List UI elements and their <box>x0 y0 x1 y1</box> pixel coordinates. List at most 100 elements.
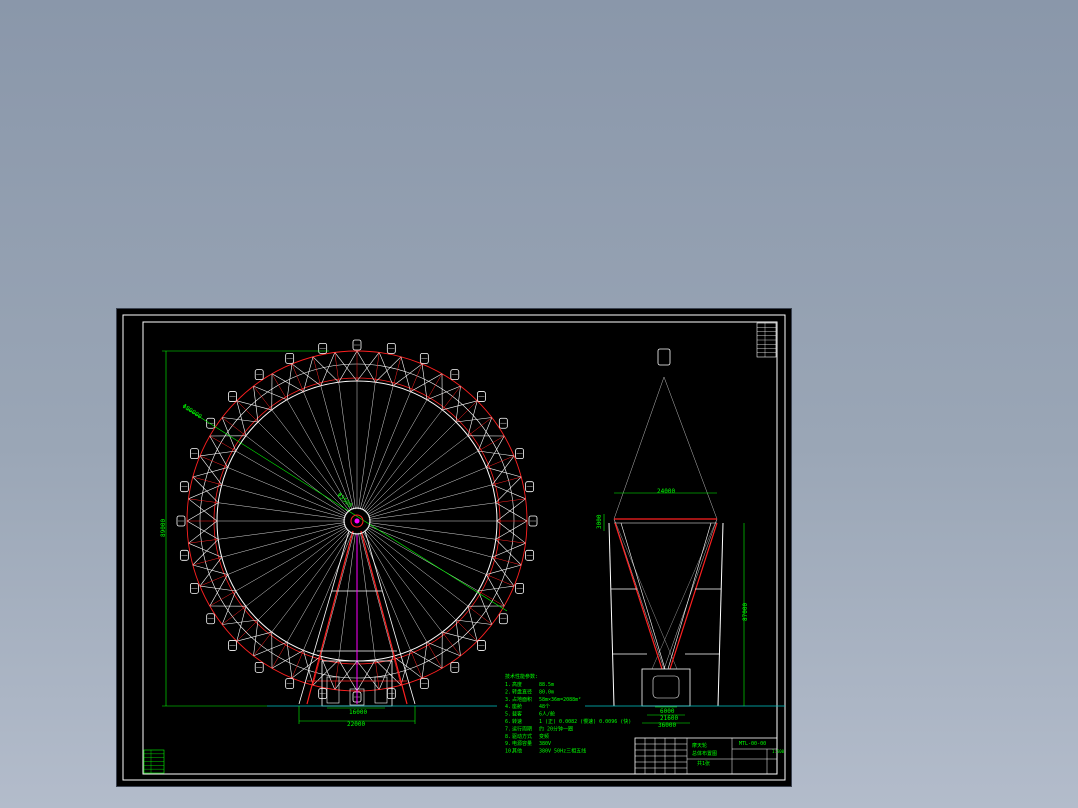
side-leg-right <box>669 522 718 670</box>
note-value: 6人/舱 <box>539 711 555 718</box>
truss-radial <box>392 356 402 386</box>
note-label: 载客 <box>512 711 522 718</box>
dim-width-outer: 22000 <box>347 721 365 728</box>
tb-sheet: 共1张 <box>697 760 710 767</box>
spoke-line <box>218 522 346 540</box>
dim-height: 89000 <box>160 519 167 537</box>
spoke-line <box>235 526 347 592</box>
note-label: 转盘直径 <box>512 688 532 695</box>
drawing-sheet: 16000 22000 89000 Φ80000 Φ3500 24000 300… <box>117 309 791 786</box>
note-number: 7. <box>505 726 511 732</box>
spoke-line <box>218 502 346 520</box>
front-view <box>162 339 538 724</box>
note-number: 1. <box>505 682 511 688</box>
truss-diagonal <box>486 574 505 607</box>
note-number: 3. <box>505 697 511 703</box>
truss-radial <box>426 642 443 669</box>
spoke-line <box>221 523 346 558</box>
dim-diameter: Φ80000 <box>181 403 203 421</box>
cable <box>651 518 718 670</box>
truss-diagonal <box>410 650 443 669</box>
spoke-line <box>362 399 428 511</box>
tower-leg-left-outer <box>298 530 350 705</box>
spoke-line <box>366 435 469 514</box>
spoke-line <box>364 409 443 512</box>
dim-tower-height: 87000 <box>742 603 749 621</box>
truss-diagonal <box>209 435 228 468</box>
truss-radial <box>209 435 236 452</box>
note-value: 1 (正) 0.0082 (慢速) 0.0096 (快) <box>539 718 631 725</box>
spoke-line <box>271 530 350 633</box>
dim-base-outer: 36000 <box>658 722 676 729</box>
spoke-line <box>368 502 496 520</box>
truss-radial <box>192 476 222 486</box>
spoke-line <box>286 531 352 643</box>
cad-drawing: 16000 22000 89000 Φ80000 Φ3500 24000 300… <box>122 314 786 781</box>
note-label: 电源容量 <box>512 740 532 747</box>
truss-radial <box>478 435 505 452</box>
tb-project: 摩天轮 <box>692 742 707 749</box>
spoke-line <box>368 523 493 558</box>
tower-leg-right-outer <box>364 530 416 705</box>
notes-list: 1. 高度 88.5m 2. 转盘直径 80.0m 3. 占地面积 58m×36m=2088m²… <box>505 681 631 755</box>
spoke-line <box>367 526 479 592</box>
note-value: 380V <box>539 741 551 747</box>
note-label: 占地面积 <box>512 696 532 703</box>
dim-top-width: 24000 <box>657 488 675 495</box>
front-tower <box>267 530 497 707</box>
side-station <box>641 668 691 707</box>
truss-diagonal <box>209 574 228 607</box>
truss-radial <box>426 373 443 400</box>
cable <box>613 376 665 520</box>
spoke-line <box>320 385 355 510</box>
spoke-line <box>338 382 356 510</box>
dim-axle-height: 3000 <box>596 514 603 529</box>
spoke-line <box>362 531 428 643</box>
note-number: 2. <box>505 689 511 695</box>
outer-frame <box>122 314 786 781</box>
spoke-line <box>320 532 355 657</box>
cad-viewport[interactable]: 16000 22000 89000 Φ80000 Φ3500 24000 300… <box>0 0 1078 808</box>
truss-radial <box>492 476 522 486</box>
truss-diagonal <box>271 373 304 392</box>
side-top-cabin <box>657 348 671 366</box>
tb-drawing-number: MTL-00-00 <box>739 741 766 747</box>
spoke-line <box>368 522 496 540</box>
left-stamp-table <box>143 749 165 774</box>
note-number: 5. <box>505 712 511 718</box>
truss-radial <box>492 556 522 566</box>
cable <box>613 518 678 670</box>
truss-radial <box>271 373 288 400</box>
note-label: 高度 <box>512 681 522 688</box>
dim-width-inner: 16000 <box>349 709 367 716</box>
truss-radial <box>455 400 478 423</box>
note-label: 驱动方式 <box>512 733 532 740</box>
note-value: 约 20分钟一圈 <box>539 725 573 732</box>
note-number: 8. <box>505 734 511 740</box>
spoke-line <box>359 385 394 510</box>
note-number: 4. <box>505 704 511 710</box>
dim-base-inner: 6000 <box>660 708 675 715</box>
dim-diameter-line <box>186 408 508 612</box>
side-leg-left-inner <box>620 522 666 670</box>
note-label: 其他 <box>512 748 522 755</box>
side-view <box>585 348 785 724</box>
revision-table <box>756 322 777 358</box>
note-label: 运行周期 <box>512 725 532 732</box>
spoke-line <box>221 484 346 519</box>
tb-drawing-name: 总体布置图 <box>692 750 717 757</box>
note-value: 48个 <box>539 704 550 710</box>
spoke-line <box>367 450 479 516</box>
spoke-line <box>358 382 376 510</box>
note-label: 座舱 <box>512 703 522 710</box>
truss-radial <box>455 619 478 642</box>
truss-radial <box>236 400 259 423</box>
truss-radial <box>478 590 505 607</box>
side-leg-right-outer <box>717 522 724 707</box>
note-number: 9. <box>505 741 511 747</box>
spoke-line <box>368 484 493 519</box>
dim-base-mid: 21600 <box>660 715 678 722</box>
side-leg-left <box>614 522 663 670</box>
truss-radial <box>192 556 222 566</box>
note-value: 变频 <box>539 733 549 740</box>
